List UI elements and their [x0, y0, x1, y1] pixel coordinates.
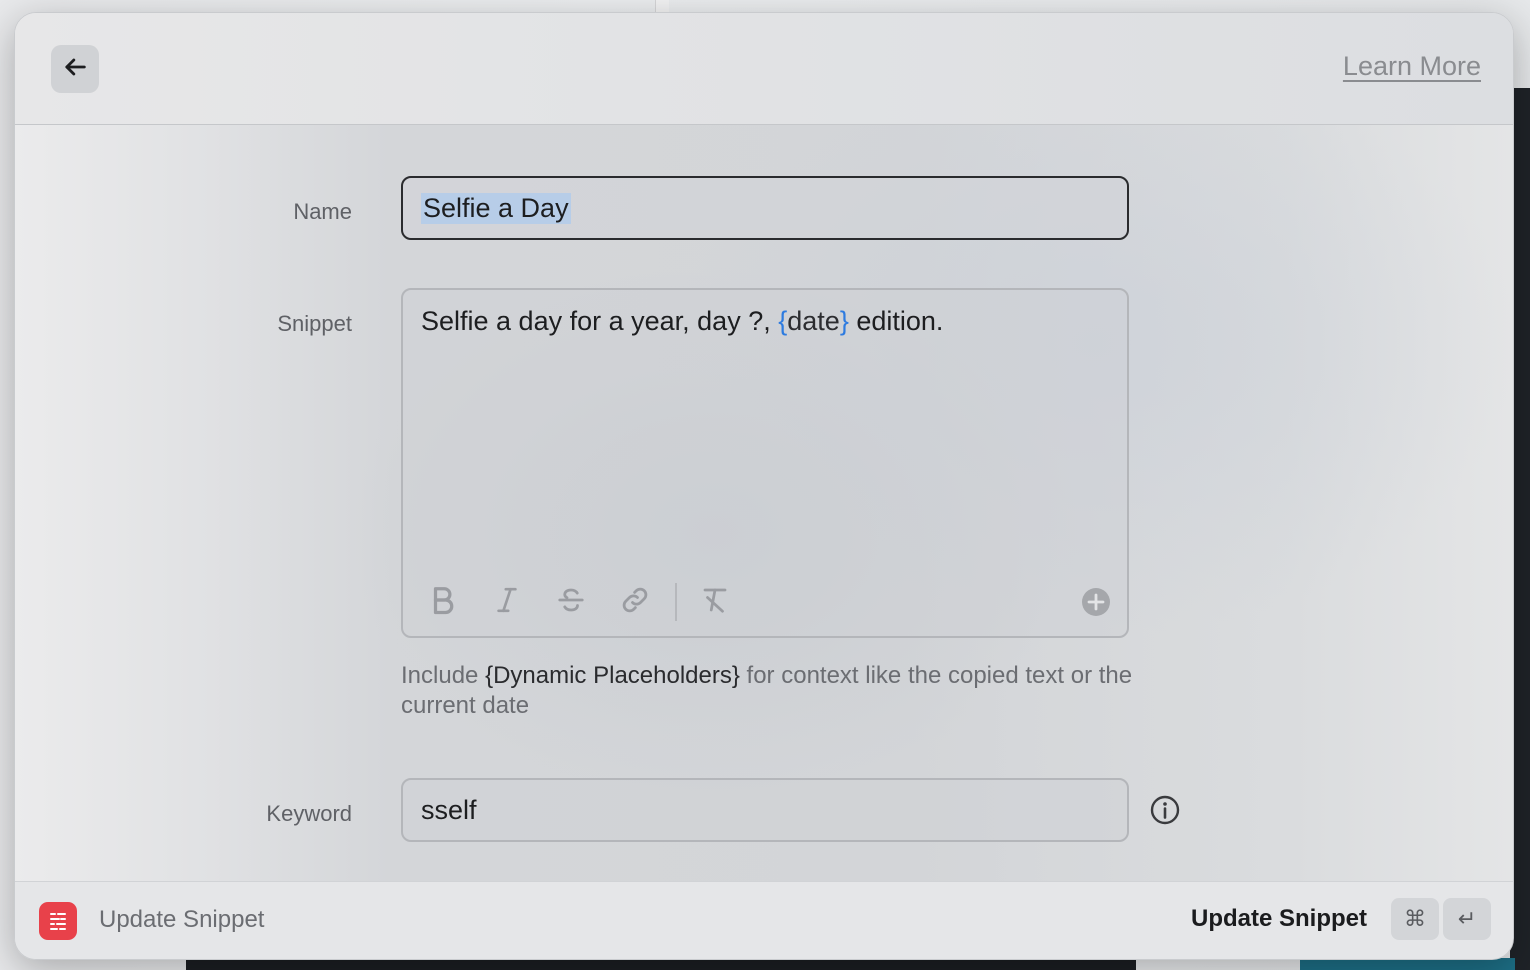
name-value: Selfie a Day [421, 192, 571, 224]
back-button[interactable] [51, 45, 99, 93]
link-button[interactable] [613, 580, 657, 624]
action-bar: Update Snippet Update Snippet ⌘ ↵ [15, 881, 1513, 959]
command-key-icon: ⌘ [1391, 898, 1439, 940]
snippet-editor[interactable]: Selfie a day for a year, day ?, {date} e… [401, 288, 1129, 638]
snippet-text[interactable]: Selfie a day for a year, day ?, {date} e… [421, 306, 943, 337]
snippet-app-icon [39, 902, 77, 940]
format-toolbar [421, 580, 1111, 624]
snippet-text-before: Selfie a day for a year, day ?, [421, 306, 779, 336]
placeholder-close-brace: } [839, 306, 849, 336]
date-placeholder[interactable]: date [787, 306, 840, 336]
clear-format-button[interactable] [693, 580, 737, 624]
keyword-value: sself [421, 794, 477, 825]
info-icon[interactable] [1149, 794, 1181, 826]
toolbar-divider [675, 583, 677, 621]
snippet-text-after: edition. [848, 306, 944, 336]
strikethrough-button[interactable] [549, 580, 593, 624]
learn-more-link[interactable]: Learn More [1343, 51, 1481, 82]
clear-format-icon [700, 585, 730, 620]
bold-icon [430, 585, 456, 620]
add-placeholder-icon[interactable] [1081, 587, 1111, 617]
name-label: Name [293, 199, 352, 224]
update-snippet-button[interactable]: Update Snippet [1191, 905, 1367, 933]
hint-text-before: Include [401, 662, 486, 689]
placeholder-hint: Include {Dynamic Placeholders} for conte… [401, 661, 1141, 721]
background-divider [655, 0, 669, 12]
placeholder-open-brace: { [778, 306, 788, 336]
italic-button[interactable] [485, 580, 529, 624]
dynamic-placeholders-text: {Dynamic Placeholders} [485, 662, 740, 689]
strikethrough-icon [556, 585, 586, 620]
link-icon [620, 585, 650, 620]
bold-button[interactable] [421, 580, 465, 624]
footer-title: Update Snippet [99, 906, 265, 933]
arrow-left-icon [61, 53, 89, 86]
snippet-label: Snippet [277, 311, 352, 336]
header: Learn More [15, 13, 1513, 125]
italic-icon [495, 585, 519, 620]
return-key-icon: ↵ [1443, 898, 1491, 940]
snippet-editor-window: Learn More Name Selfie a Day Snippet Sel… [14, 12, 1514, 960]
keyword-label: Keyword [266, 801, 352, 826]
keyword-field[interactable]: sself [401, 778, 1129, 842]
name-field[interactable]: Selfie a Day [401, 176, 1129, 240]
